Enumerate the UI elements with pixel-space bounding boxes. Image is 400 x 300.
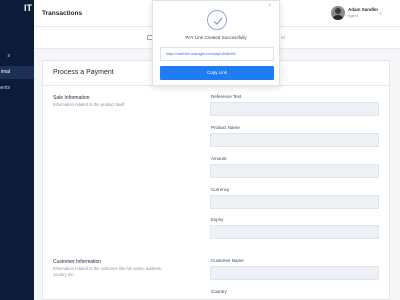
sidebar-item-active[interactable]: imal — [0, 66, 34, 79]
logo: IT — [24, 3, 32, 13]
user-name: Adam Sandler — [348, 7, 379, 12]
pay-link-text[interactable]: https://mail-link-manager.com/pay/c1b8e4… — [166, 52, 236, 56]
field-label-country: Country — [211, 289, 227, 294]
section-desc-sale: Information related to the product itsel… — [53, 102, 126, 107]
copy-link-button[interactable]: Copy Link — [160, 66, 274, 80]
amount-input[interactable] — [210, 164, 379, 178]
sub-bar-text[interactable]: nt — [281, 35, 285, 40]
success-message: PAY Link Created Successfully — [185, 35, 247, 40]
field-label-product: Product Name — [211, 125, 240, 130]
section-desc-customer: Information related to the customer like… — [53, 266, 162, 277]
check-circle-icon — [207, 10, 227, 30]
sidebar-item-2[interactable]: nents — [0, 82, 34, 95]
product-name-input[interactable] — [210, 133, 379, 147]
field-label-currency: Currency — [211, 187, 230, 192]
payment-card: Process a Payment Sale Information Infor… — [42, 60, 390, 300]
currency-input[interactable] — [210, 195, 379, 209]
page-title: Transactions — [42, 10, 83, 17]
field-label-expiry: Expiry — [211, 217, 224, 222]
customer-name-input[interactable] — [210, 266, 379, 280]
expiry-input[interactable] — [210, 225, 379, 239]
close-icon[interactable]: × — [268, 3, 272, 9]
success-modal: × PAY Link Created Successfully https://… — [152, 0, 280, 86]
field-label-amount: Amount — [211, 156, 227, 161]
sidebar-item-0[interactable]: s — [0, 50, 34, 63]
reference-text-input[interactable] — [210, 102, 379, 116]
chevron-down-icon[interactable]: ⌄ — [378, 9, 383, 16]
avatar[interactable] — [331, 6, 345, 20]
field-label-customer-name: Customer Name — [211, 258, 244, 263]
user-role: Agent — [348, 14, 358, 18]
card-title: Process a Payment — [53, 69, 114, 76]
pay-link-field[interactable]: https://mail-link-manager.com/pay/c1b8e4… — [160, 47, 274, 61]
sidebar: IT s imal nents — [0, 0, 34, 300]
field-label-reference: Reference Text — [211, 94, 242, 99]
section-title-customer: Customer Information — [53, 259, 102, 265]
section-title-sale: Sale Information — [53, 95, 90, 101]
